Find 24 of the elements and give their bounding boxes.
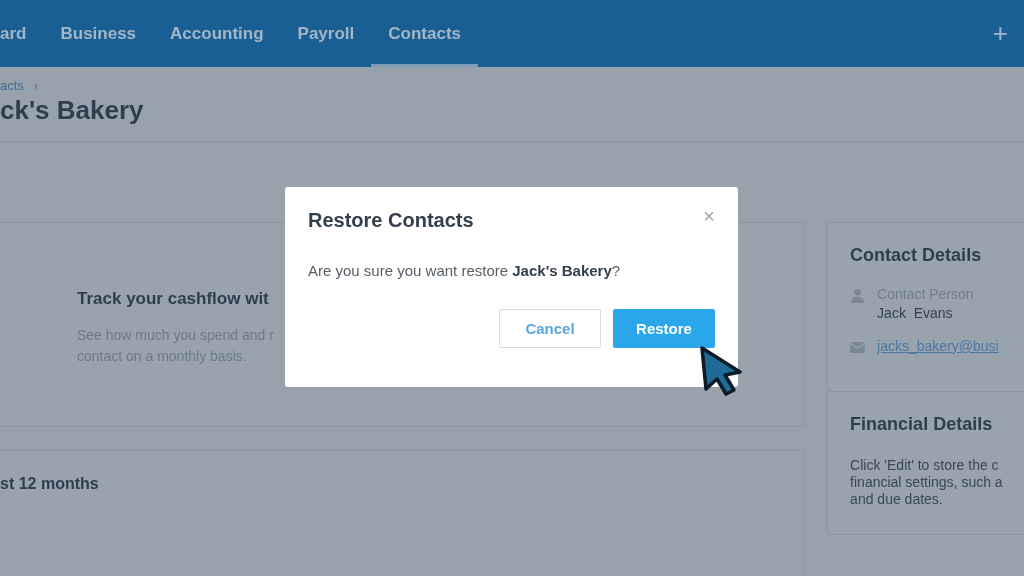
section-description: Click 'Edit' to store the c financial settings, such a and due dates.	[850, 457, 1004, 508]
page-title: ck's Bakery	[0, 95, 145, 126]
cursor-icon	[698, 345, 744, 397]
close-button[interactable]: ×	[703, 209, 715, 223]
dialog-message: Are you sure you want restore Jack's Bakery?	[308, 262, 622, 279]
field-value: Jack Evans	[877, 305, 954, 321]
cancel-button[interactable]: Cancel	[499, 309, 601, 348]
mail-icon	[850, 342, 866, 353]
add-button[interactable]: +	[976, 0, 1024, 67]
section-heading: Financial Details	[850, 414, 994, 435]
card-heading: st 12 months	[0, 474, 100, 493]
restore-button[interactable]: Restore	[613, 309, 715, 348]
nav-tab[interactable]: Business	[43, 0, 154, 67]
email-link[interactable]: jacks_bakery@busi	[877, 338, 999, 354]
nav-tab[interactable]: Payroll	[280, 0, 372, 67]
dialog-title: Restore Contacts	[308, 209, 474, 232]
section-heading: Contact Details	[850, 245, 983, 266]
nav-tab[interactable]: Accounting	[153, 0, 281, 67]
breadcrumb-separator: ›	[33, 78, 39, 93]
breadcrumb-link[interactable]: acts	[0, 78, 24, 93]
nav-tab[interactable]: Contacts	[371, 0, 478, 67]
person-icon	[850, 288, 866, 303]
nav-tab[interactable]: ard	[0, 0, 44, 67]
card-heading: Track your cashflow wit	[77, 289, 269, 309]
